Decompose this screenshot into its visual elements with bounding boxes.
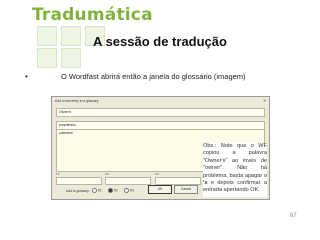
note-box: Obs.: Note que o WF copiou a palavra "Ow… xyxy=(203,143,267,197)
brand-logo-text: Tradumática xyxy=(32,5,153,25)
field-t1-label: T1 xyxy=(56,172,60,176)
add-to-glossary-label: Add to glossary: xyxy=(66,189,90,193)
field-t3-input[interactable] xyxy=(155,177,201,185)
comment-value: comment xyxy=(59,131,73,135)
glossary-radio-3[interactable]: #3 xyxy=(124,188,134,193)
bullet-text: O Wordfast abrirá então a janela do glos… xyxy=(61,72,246,81)
cancel-button[interactable]: Cancel xyxy=(174,185,198,194)
radio-icon xyxy=(124,188,129,193)
radio-selected-icon xyxy=(108,188,113,193)
target-term-value: proprietário xyxy=(59,123,76,127)
field-t2-label: T2 xyxy=(105,172,109,176)
slide-title: A sessão de tradução xyxy=(93,34,227,49)
dialog-title: Add a new entry to a glossary xyxy=(55,99,99,103)
field-t1-input[interactable] xyxy=(56,177,102,185)
page-number: 67 xyxy=(290,213,297,219)
decorative-square xyxy=(37,48,57,68)
close-icon[interactable]: ✕ xyxy=(262,98,267,103)
radio-icon xyxy=(92,188,97,193)
decorative-square xyxy=(61,48,81,68)
glossary-radio-2[interactable]: #2 xyxy=(108,188,118,193)
bullet-item: • O Wordfast abrirá então a janela do gl… xyxy=(25,72,246,81)
glossary-radio-1[interactable]: #1 xyxy=(92,188,102,193)
source-term-field[interactable]: Owner's xyxy=(56,108,265,117)
bullet-icon: • xyxy=(25,72,28,81)
note-text: Obs.: Note que o WF copiou a palavra "Ow… xyxy=(203,143,267,194)
source-term-value: Owner's xyxy=(59,110,71,114)
ok-button[interactable]: OK xyxy=(148,185,172,194)
field-t2-input[interactable] xyxy=(105,177,151,185)
field-t3-label: T3 xyxy=(155,172,159,176)
